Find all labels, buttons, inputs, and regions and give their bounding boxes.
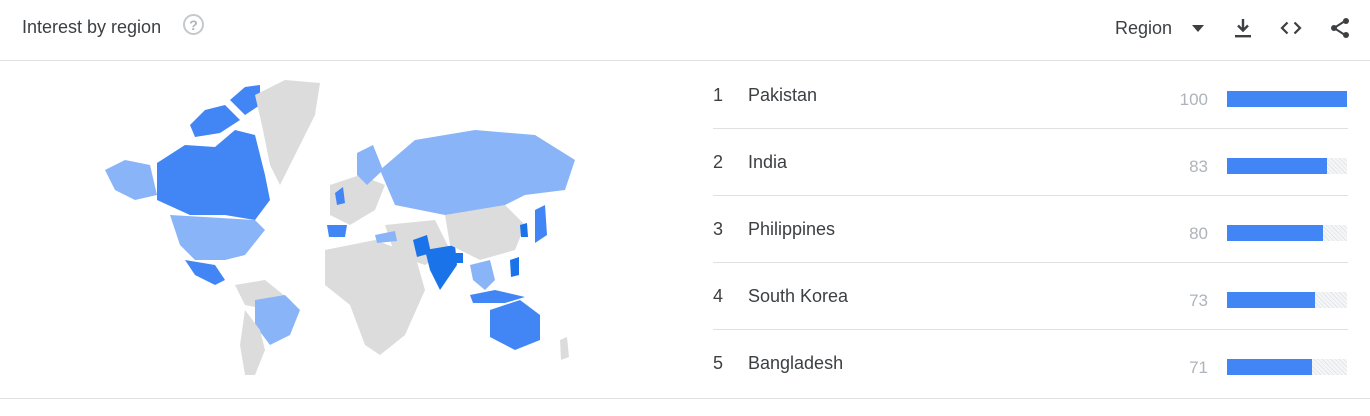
region-name: Philippines bbox=[748, 219, 836, 239]
region-row[interactable]: 5 Bangladesh 71 bbox=[713, 330, 1348, 396]
map-region-australia[interactable] bbox=[490, 300, 540, 350]
share-icon[interactable] bbox=[1328, 16, 1352, 40]
region-name: Bangladesh bbox=[748, 353, 844, 373]
region-bar-track bbox=[1227, 91, 1347, 107]
region-bar-track bbox=[1227, 158, 1347, 174]
map-region-china bbox=[445, 205, 525, 260]
region-value: 100 bbox=[1179, 90, 1208, 109]
download-icon[interactable] bbox=[1231, 16, 1255, 40]
map-region-canada[interactable] bbox=[157, 130, 270, 220]
region-rank: 5 bbox=[713, 353, 724, 373]
region-value: 73 bbox=[1189, 291, 1208, 310]
map-region-iberia[interactable] bbox=[327, 225, 347, 237]
map-region-india[interactable] bbox=[425, 245, 457, 290]
map-region-philippines[interactable] bbox=[510, 257, 519, 277]
region-rank: 3 bbox=[713, 219, 724, 239]
region-bar bbox=[1227, 225, 1323, 241]
card-title: Interest by region bbox=[22, 17, 162, 37]
map-regions bbox=[105, 80, 575, 375]
map-region-canada-north[interactable] bbox=[190, 85, 260, 137]
bottom-divider bbox=[0, 398, 1370, 399]
map-region-korea[interactable] bbox=[520, 223, 528, 237]
region-rank: 2 bbox=[713, 152, 724, 172]
region-row[interactable]: 4 South Korea 73 bbox=[713, 263, 1348, 330]
region-value: 71 bbox=[1189, 358, 1208, 377]
region-bar bbox=[1227, 292, 1315, 308]
help-icon[interactable]: ? bbox=[183, 14, 204, 35]
region-name: India bbox=[748, 152, 788, 172]
region-bar bbox=[1227, 359, 1313, 375]
region-rank: 4 bbox=[713, 286, 724, 306]
region-bar bbox=[1227, 158, 1327, 174]
map-region-alaska[interactable] bbox=[105, 160, 157, 200]
map-region-japan[interactable] bbox=[535, 205, 547, 243]
region-name: South Korea bbox=[748, 286, 849, 306]
region-row[interactable]: 3 Philippines 80 bbox=[713, 196, 1348, 263]
region-row[interactable]: 2 India 83 bbox=[713, 129, 1348, 196]
card-header: Interest by region ? Region bbox=[0, 0, 1370, 61]
map-region-new-zealand bbox=[560, 337, 569, 360]
region-bar bbox=[1227, 91, 1347, 107]
region-ranking-list: 1 Pakistan 100 2 India 83 3 Philippines … bbox=[713, 62, 1348, 396]
resolution-dropdown[interactable]: Region bbox=[1115, 15, 1205, 41]
map-region-russia[interactable] bbox=[380, 130, 575, 215]
map-region-indonesia[interactable] bbox=[470, 290, 525, 303]
resolution-dropdown-label: Region bbox=[1115, 17, 1173, 38]
map-region-turkey[interactable] bbox=[375, 231, 397, 243]
caret-down-icon bbox=[1192, 24, 1205, 32]
region-bar-track bbox=[1227, 225, 1347, 241]
region-rank: 1 bbox=[713, 85, 724, 105]
map-region-bangladesh[interactable] bbox=[455, 253, 463, 263]
map-region-mexico[interactable] bbox=[185, 260, 225, 285]
map-region-greenland bbox=[255, 80, 320, 185]
world-map[interactable] bbox=[95, 75, 595, 385]
region-value: 83 bbox=[1189, 157, 1208, 176]
region-bar-track bbox=[1227, 292, 1347, 308]
map-region-usa[interactable] bbox=[170, 215, 265, 260]
region-value: 80 bbox=[1189, 224, 1208, 243]
region-bar-track bbox=[1227, 359, 1347, 375]
region-row[interactable]: 1 Pakistan 100 bbox=[713, 62, 1348, 129]
embed-icon[interactable] bbox=[1279, 16, 1303, 40]
map-region-southeast-asia[interactable] bbox=[470, 260, 495, 290]
region-name: Pakistan bbox=[748, 85, 818, 105]
